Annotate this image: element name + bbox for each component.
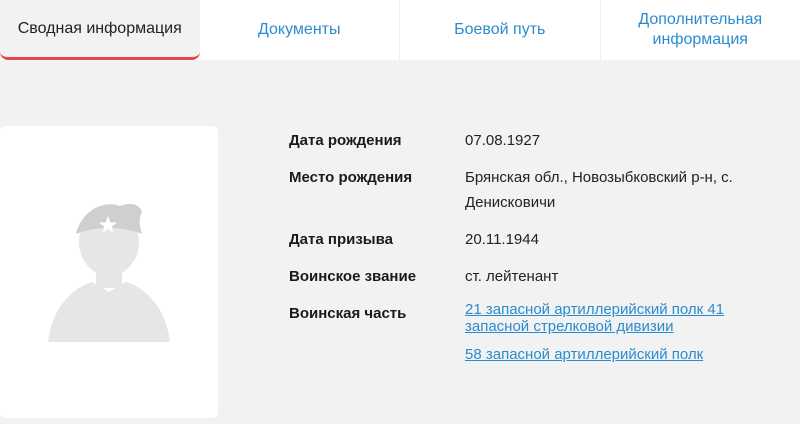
unit-link-2[interactable]: 58 запасной артиллерийский полк: [465, 346, 785, 363]
draft-date-row: Дата призыва 20.11.1944: [289, 227, 789, 252]
birth-date-label: Дата рождения: [289, 132, 402, 149]
unit-link-1[interactable]: 21 запасной артиллерийский полк 41 запас…: [465, 301, 785, 335]
rank-row: Воинское звание ст. лейтенант: [289, 264, 789, 289]
birth-date-row: Дата рождения 07.08.1927: [289, 128, 789, 153]
unit-label: Воинская часть: [289, 305, 407, 322]
tab-bar: Сводная информация Документы Боевой путь…: [0, 0, 800, 60]
birth-place-label: Место рождения: [289, 169, 413, 186]
person-details: Дата рождения 07.08.1927 Место рождения …: [289, 128, 789, 386]
birth-place-row: Место рождения Брянская обл., Новозыбков…: [289, 165, 789, 215]
unit-links: 21 запасной артиллерийский полк 41 запас…: [465, 301, 785, 374]
tab-additional-info[interactable]: Дополнительная информация: [601, 0, 800, 60]
rank-label: Воинское звание: [289, 268, 417, 285]
tab-summary[interactable]: Сводная информация: [0, 0, 200, 60]
birth-date-value: 07.08.1927: [465, 132, 541, 149]
tab-documents[interactable]: Документы: [200, 0, 400, 60]
soldier-silhouette-icon: [48, 204, 170, 342]
birth-place-value: Брянская обл., Новозыбковский р-н, с. Де…: [465, 169, 733, 211]
draft-date-value: 20.11.1944: [465, 231, 539, 248]
unit-row: Воинская часть 21 запасной артиллерийски…: [289, 301, 789, 374]
tab-combat-path[interactable]: Боевой путь: [400, 0, 601, 60]
rank-value: ст. лейтенант: [465, 268, 559, 285]
photo-card: [0, 126, 218, 418]
draft-date-label: Дата призыва: [289, 231, 393, 248]
